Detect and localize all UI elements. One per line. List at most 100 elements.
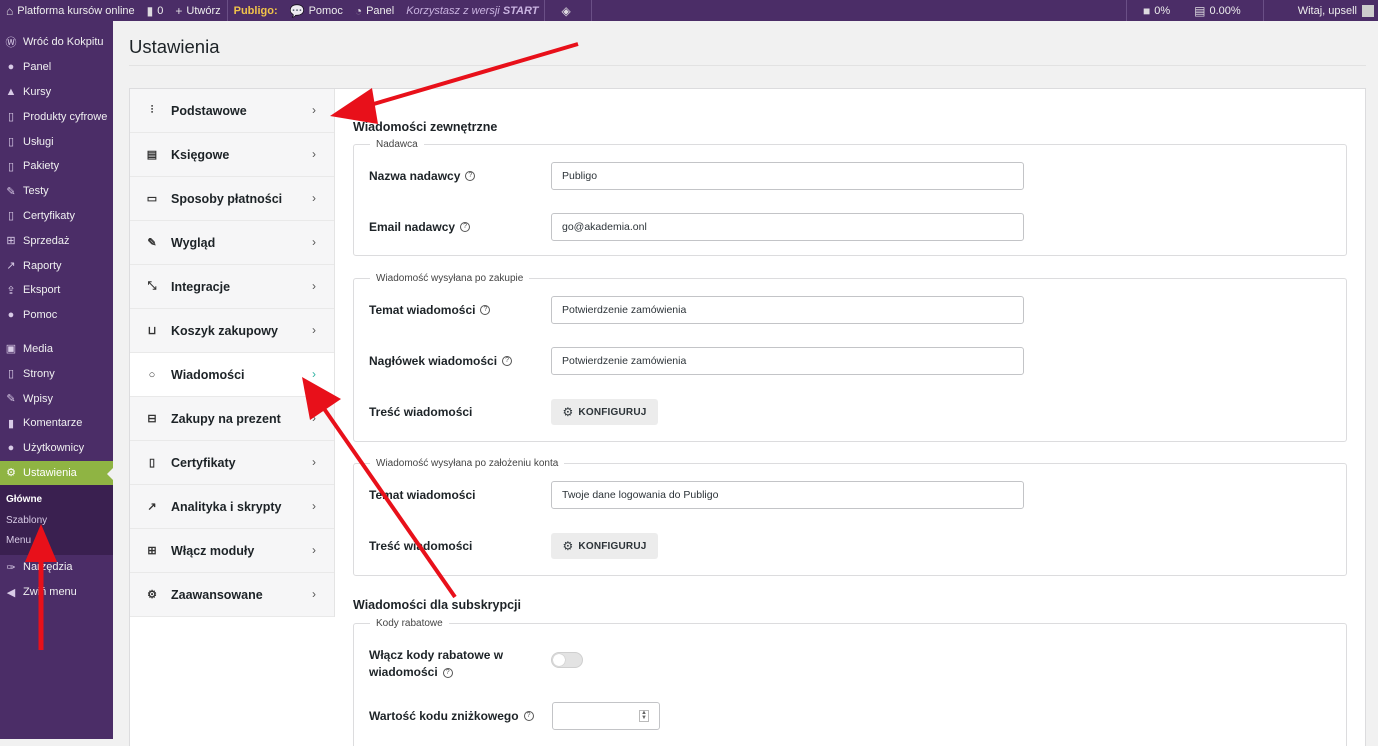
sidebar-item-certificates[interactable]: ▯ Certyfikaty	[0, 204, 113, 229]
button-label: KONFIGURUJ	[578, 406, 647, 418]
account-menu[interactable]: Witaj, upsell	[1264, 0, 1378, 21]
nav-item-accounting[interactable]: ▤ Księgowe ›	[130, 133, 334, 177]
admin-sidebar: Ⓦ Wróć do Kokpitu ● Panel ▲ Kursy ▯ Produkty…	[0, 21, 113, 739]
label-text: Temat wiadomości	[369, 488, 476, 502]
chat-icon: 💬	[289, 3, 305, 18]
nav-item-analytics[interactable]: ↗ Analityka i skrypty ›	[130, 485, 334, 529]
nav-item-cart[interactable]: ⊔ Koszyk zakupowy ›	[130, 309, 334, 353]
version-info: Korzystasz z wersji START	[400, 0, 544, 21]
database-icon: ▤	[1194, 3, 1206, 18]
video-stat[interactable]: ■ 0%	[1127, 0, 1182, 21]
sidebar-item-services[interactable]: ▯ Usługi	[0, 129, 113, 154]
configure-account-button[interactable]: ⚙ KONFIGURUJ	[551, 533, 658, 559]
nav-label: Koszyk zakupowy	[171, 323, 278, 338]
account-subject-input[interactable]: Twoje dane logowania do Publigo	[551, 481, 1024, 509]
nav-item-messages[interactable]: ○ Wiadomości ›	[130, 353, 334, 397]
help-icon[interactable]: ?	[523, 711, 534, 721]
brand-label: Publigo:	[228, 0, 284, 21]
pin-icon: ✎	[6, 393, 16, 406]
help-icon[interactable]: ?	[480, 305, 491, 315]
sidebar-item-digital-products[interactable]: ▯ Produkty cyfrowe	[0, 104, 113, 129]
sender-name-input[interactable]: Publigo	[551, 162, 1024, 190]
help-icon[interactable]: ?	[460, 222, 471, 232]
fieldset-account-message: Wiadomość wysyłana po założeniu konta	[353, 458, 1347, 576]
site-name: Platforma kursów online	[17, 4, 135, 17]
configure-purchase-button[interactable]: ⚙ KONFIGURUJ	[551, 399, 658, 425]
nav-label: Zaawansowane	[171, 587, 263, 602]
sidebar-item-help[interactable]: ● Pomoc	[0, 303, 113, 328]
sidebar-item-tools[interactable]: ✑ Narzędzia	[0, 555, 113, 580]
db-stat-value: 0.00%	[1209, 4, 1241, 17]
comments-link[interactable]: ▮ 0	[141, 0, 170, 21]
file-icon: ▯	[7, 136, 15, 149]
sidebar-item-settings[interactable]: ⚙ Ustawienia	[0, 460, 113, 486]
section-title-subscriptions: Wiadomości dla subskrypcji	[353, 598, 521, 612]
gear-icon: ⚙	[562, 405, 574, 419]
document-icon: ▤	[146, 149, 158, 161]
sidebar-item-users[interactable]: ● Użytkownicy	[0, 436, 113, 461]
purchase-subject-input[interactable]: Potwierdzenie zamówienia	[551, 296, 1024, 324]
nav-item-certificates[interactable]: ▯ Certyfikaty ›	[130, 441, 334, 485]
db-stat[interactable]: ▤ 0.00%	[1182, 0, 1263, 21]
nav-item-integrations[interactable]: ⤡ Integracje ›	[130, 265, 334, 309]
comment-icon: ▮	[146, 3, 154, 18]
sidebar-item-comments[interactable]: ▮ Komentarze	[0, 411, 113, 436]
submenu-item-main[interactable]: Główne	[0, 489, 113, 510]
chevron-right-icon: ›	[312, 411, 316, 425]
sidebar-bottom-spacer	[0, 739, 113, 746]
panel-label: Panel	[366, 4, 395, 17]
sidebar-label: Sprzedaż	[23, 234, 70, 247]
settings-submenu: Główne Szablony Menu	[0, 485, 113, 555]
sidebar-item-back[interactable]: Ⓦ Wróć do Kokpitu	[0, 30, 113, 55]
diamond-link[interactable]: ◈	[545, 0, 590, 21]
sidebar-item-tests[interactable]: ✎ Testy	[0, 179, 113, 204]
comment-icon: ▮	[7, 417, 15, 430]
sidebar-item-export[interactable]: ⇪ Eksport	[0, 278, 113, 303]
help-link[interactable]: 💬 Pomoc	[284, 0, 349, 21]
help-icon[interactable]: ?	[502, 356, 513, 366]
sidebar-item-packages[interactable]: ▯ Pakiety	[0, 154, 113, 179]
fieldset-legend: Nadawca	[376, 139, 418, 150]
version-prefix: Korzystasz z wersji	[406, 4, 500, 17]
panel-link[interactable]: ◔ Panel	[349, 0, 400, 21]
nav-item-payments[interactable]: ▭ Sposoby płatności ›	[130, 177, 334, 221]
submenu-item-menu[interactable]: Menu	[0, 530, 113, 551]
help-icon[interactable]: ?	[442, 667, 453, 678]
sidebar-item-posts[interactable]: ✎ Wpisy	[0, 386, 113, 411]
fieldset-legend: Wiadomość wysyłana po założeniu konta	[376, 458, 559, 469]
submenu-item-templates[interactable]: Szablony	[0, 510, 113, 531]
help-icon: ●	[7, 309, 15, 322]
video-icon: ■	[1143, 3, 1151, 18]
sidebar-collapse[interactable]: ◀ Zwiń menu	[0, 580, 113, 605]
nav-label: Podstawowe	[171, 103, 247, 118]
sidebar-label: Wróć do Kokpitu	[23, 36, 104, 49]
nav-item-modules[interactable]: ⊞ Włącz moduły ›	[130, 529, 334, 573]
sidebar-item-courses[interactable]: ▲ Kursy	[0, 80, 113, 105]
sender-email-input[interactable]: go@akademia.onl	[551, 213, 1024, 241]
chart-icon: ↗	[6, 260, 16, 273]
chevron-right-icon: ›	[312, 455, 316, 469]
discount-codes-toggle[interactable]	[551, 652, 583, 668]
create-link[interactable]: + Utwórz	[169, 0, 226, 21]
nav-item-advanced[interactable]: ⚙ Zaawansowane ›	[130, 573, 334, 617]
sidebar-item-media[interactable]: ▣ Media	[0, 337, 113, 362]
purchase-header-input[interactable]: Potwierdzenie zamówienia	[551, 347, 1024, 375]
number-spinner[interactable]: ▲ ▼	[639, 710, 649, 722]
label-discount-toggle: Włącz kody rabatowe w wiadomości?	[369, 647, 503, 681]
page-title: Ustawienia	[129, 36, 220, 57]
sidebar-label: Ustawienia	[23, 466, 77, 479]
discount-value-input[interactable]: ▲ ▼	[552, 702, 660, 730]
label-sender-name: Nazwa nadawcy?	[369, 169, 476, 183]
nav-item-basic[interactable]: ⫶ Podstawowe ›	[130, 89, 334, 133]
nav-label: Zakupy na prezent	[171, 411, 281, 426]
sidebar-item-sales[interactable]: ⊞ Sprzedaż	[0, 228, 113, 253]
sidebar-item-pages[interactable]: ▯ Strony	[0, 361, 113, 386]
site-link[interactable]: ⌂ Platforma kursów online	[0, 0, 141, 21]
nav-item-gifts[interactable]: ⊟ Zakupy na prezent ›	[130, 397, 334, 441]
nav-item-appearance[interactable]: ✎ Wygląd ›	[130, 221, 334, 265]
sidebar-item-reports[interactable]: ↗ Raporty	[0, 253, 113, 278]
cart-icon: ⊞	[6, 235, 16, 248]
help-icon[interactable]: ?	[465, 171, 476, 181]
sidebar-label: Zwiń menu	[23, 586, 77, 599]
sidebar-item-panel[interactable]: ● Panel	[0, 55, 113, 80]
